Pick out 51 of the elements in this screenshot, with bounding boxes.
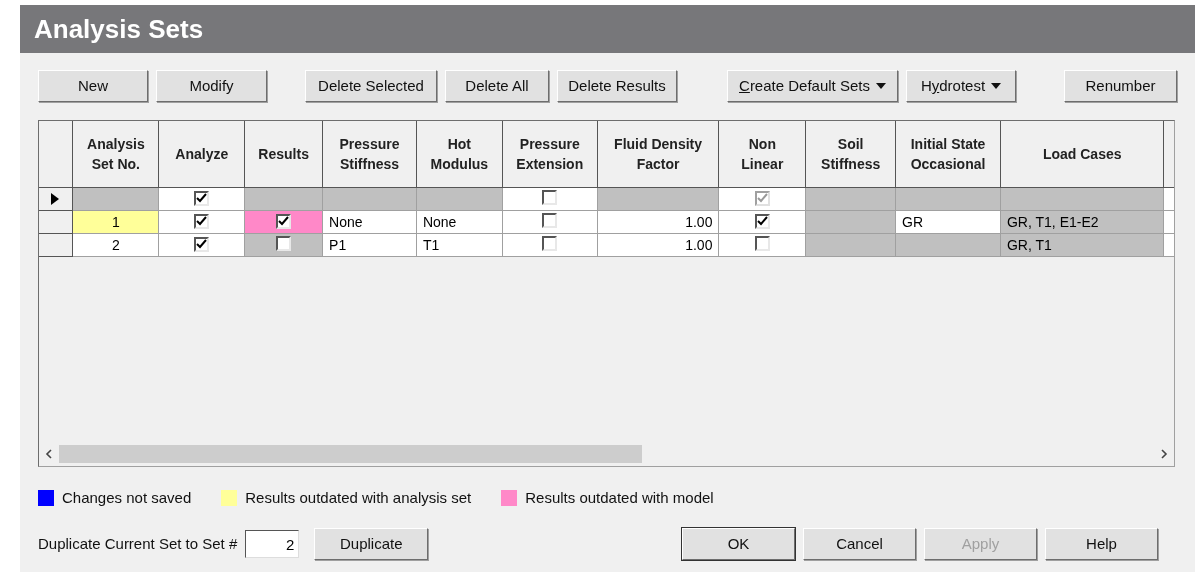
dropdown-icon	[991, 83, 1002, 89]
toolbar-button[interactable]: Delete Selected	[305, 70, 437, 102]
column-header[interactable]: Pressure Extension	[502, 121, 598, 187]
dropdown-icon	[875, 83, 886, 89]
column-header[interactable]: Hot Modulus	[416, 121, 503, 187]
current-row-icon	[51, 192, 59, 205]
checkbox[interactable]	[542, 213, 558, 228]
legend-label: Results outdated with analysis set	[245, 487, 472, 508]
column-header[interactable]: Load Cases	[1000, 121, 1164, 187]
table-cell: GR, T1	[1000, 233, 1164, 256]
scroll-left-icon[interactable]	[45, 449, 53, 459]
checkbox[interactable]	[542, 190, 558, 205]
toolbar-button[interactable]: Create Default Sets	[727, 70, 898, 102]
toolbar-button[interactable]: Hydrotest	[906, 70, 1016, 102]
column-header[interactable]: Soil Stiffness	[805, 121, 896, 187]
dialog-button[interactable]: Help	[1045, 528, 1158, 560]
duplicate-button[interactable]: Duplicate	[314, 528, 429, 560]
checkbox[interactable]	[194, 214, 210, 229]
toolbar-button[interactable]: Delete All	[445, 70, 549, 102]
toolbar-button[interactable]: New	[38, 70, 148, 102]
set-number-field[interactable]: 2	[245, 530, 300, 558]
row-header[interactable]	[39, 210, 73, 233]
duplicate-label: Duplicate Current Set to Set #	[38, 533, 238, 554]
row-header[interactable]	[39, 233, 73, 256]
dialog-button[interactable]: OK	[682, 528, 795, 560]
table-cell: 1.00	[597, 210, 719, 233]
checkbox[interactable]	[542, 236, 558, 251]
checkbox[interactable]	[754, 236, 770, 251]
legend-label: Changes not saved	[62, 487, 192, 508]
checkbox[interactable]	[754, 214, 770, 229]
table-cell: 1.00	[597, 233, 719, 256]
row-header[interactable]	[39, 187, 73, 210]
table-cell: GR, T1, E1-E2	[1000, 210, 1164, 233]
toolbar-button[interactable]: Renumber	[1064, 70, 1177, 102]
window-title: Analysis Sets	[20, 5, 1195, 53]
checkbox[interactable]	[194, 237, 210, 252]
column-header[interactable]: Non Linear	[718, 121, 806, 187]
column-header[interactable]: Results	[244, 121, 323, 187]
checkbox[interactable]	[276, 214, 292, 229]
checkbox[interactable]	[194, 191, 210, 206]
toolbar-button[interactable]: Delete Results	[557, 70, 677, 102]
column-header[interactable]: Fluid Density Factor	[597, 121, 719, 187]
checkbox[interactable]	[276, 236, 292, 251]
column-header[interactable]: Analysis Set No.	[72, 121, 159, 187]
dialog-button[interactable]: Cancel	[803, 528, 916, 560]
column-header[interactable]: Initial State Occasional	[895, 121, 1001, 187]
scroll-right-icon[interactable]	[1160, 449, 1168, 459]
column-header[interactable]: Analyze	[158, 121, 245, 187]
column-header[interactable]: Pressure Stiffness	[322, 121, 417, 187]
toolbar-button[interactable]: Modify	[156, 70, 267, 102]
legend-label: Results outdated with model	[525, 487, 714, 508]
